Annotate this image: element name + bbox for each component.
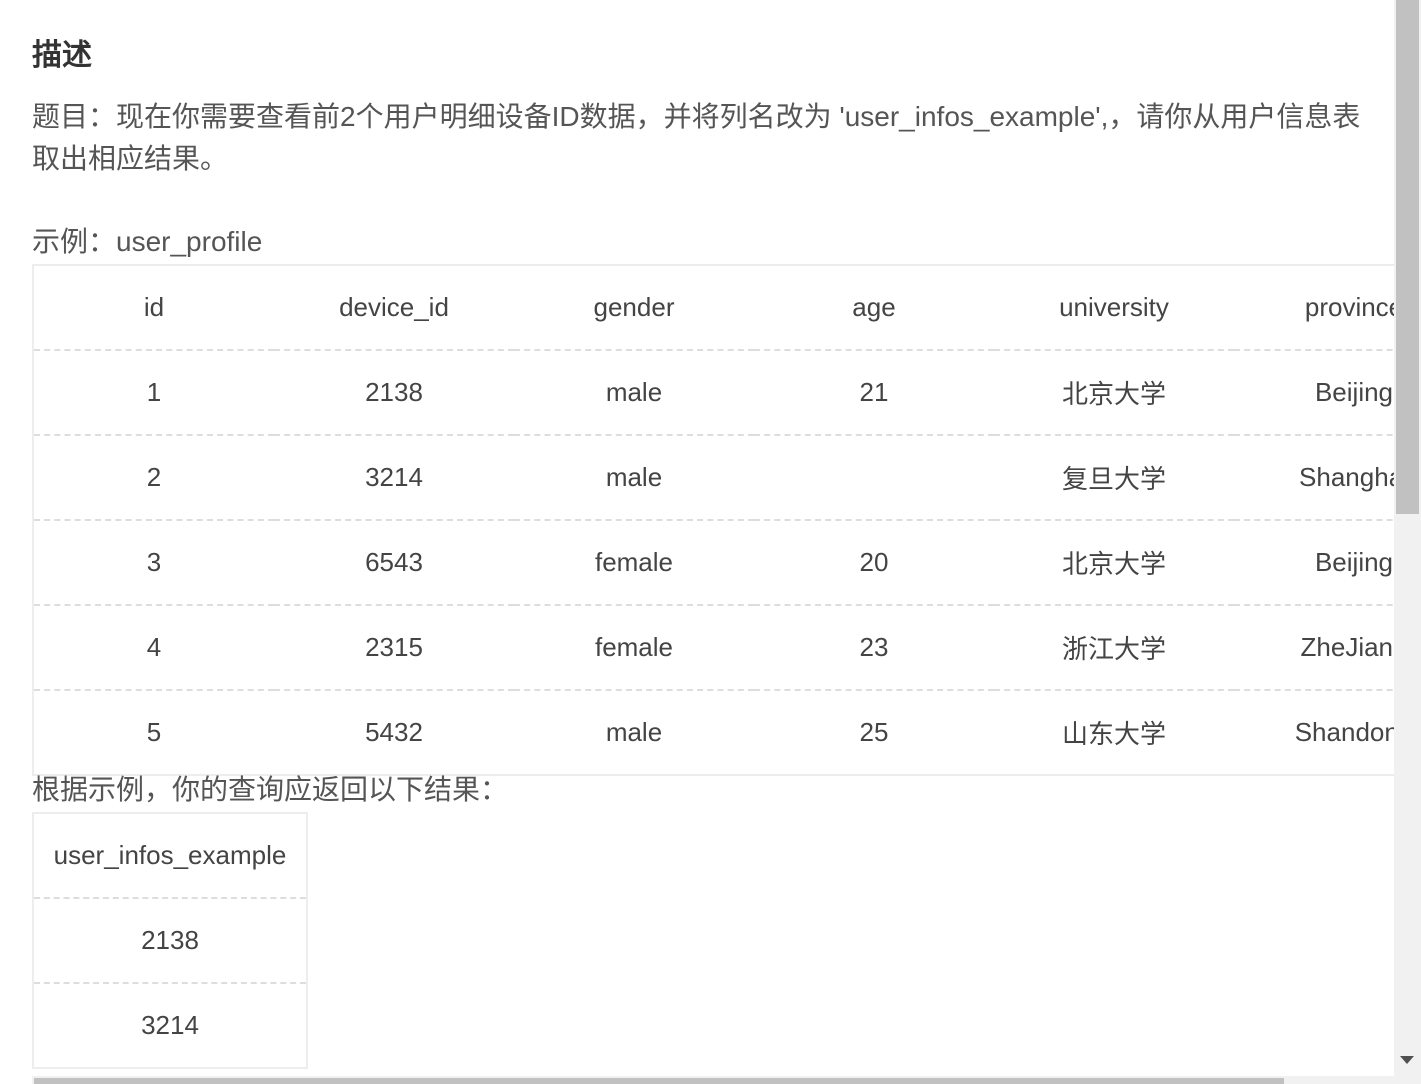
table-cell: 浙江大学 [994, 605, 1234, 691]
table-cell: 北京大学 [994, 520, 1234, 606]
section-heading: 描述 [32, 39, 92, 72]
table-cell: 北京大学 [994, 350, 1234, 436]
table-cell: 2315 [274, 605, 514, 691]
column-header-university: university [994, 265, 1234, 351]
table-cell: ZheJiang [1234, 605, 1394, 691]
table-cell: female [514, 605, 754, 691]
table-row: 2138 [33, 898, 307, 984]
table-row: 2 3214 male 复旦大学 Shanghai [33, 435, 1394, 521]
table-header-row: id device_id gender age university provi… [33, 265, 1394, 351]
table-cell [754, 435, 994, 521]
result-table-container: user_infos_example 2138 3214 [32, 812, 308, 1069]
problem-description-panel: 描述 题目：现在你需要查看前2个用户明细设备ID数据，并将列名改为 'user_… [0, 0, 1394, 1084]
expected-result-label: 根据示例，你的查询应返回以下结果： [32, 774, 509, 805]
result-table: user_infos_example 2138 3214 [32, 812, 308, 1069]
table-cell: 25 [859, 717, 889, 747]
table-row: 3 6543 female 20 北京大学 Beijing [33, 520, 1394, 606]
column-header-province: province [1234, 265, 1394, 351]
table-cell: Shandong [1294, 717, 1394, 747]
column-header-age: age [754, 265, 994, 351]
scroll-down-arrow-icon[interactable] [1400, 1056, 1414, 1064]
table-row: 4 2315 female 23 浙江大学 ZheJiang [33, 605, 1394, 691]
table-cell: 2138 [274, 350, 514, 436]
table-cell: 5 [146, 717, 162, 747]
table-cell: male [605, 717, 663, 747]
table-cell: 3214 [274, 435, 514, 521]
example-table: id device_id gender age university provi… [32, 264, 1394, 776]
table-cell: 6543 [274, 520, 514, 606]
vertical-scrollbar-thumb[interactable] [1396, 0, 1419, 514]
table-header-row: user_infos_example [33, 813, 307, 899]
example-table-label: 示例：user_profile [32, 226, 263, 257]
table-cell: 3 [33, 520, 274, 606]
table-cell: 2 [33, 435, 274, 521]
table-cell: Beijing [1234, 350, 1394, 436]
table-row: 3214 [33, 983, 307, 1068]
table-cell: Shanghai [1234, 435, 1394, 521]
table-cell: 20 [754, 520, 994, 606]
vertical-scrollbar[interactable] [1394, 0, 1421, 1084]
table-cell: 复旦大学 [994, 435, 1234, 521]
table-cell: 3214 [141, 1010, 199, 1040]
table-cell: 1 [33, 350, 274, 436]
table-cell: male [514, 350, 754, 436]
table-cell: 5432 [365, 717, 423, 747]
table-row: 5 5432 male 25 山东大学 Shandong [33, 690, 1394, 775]
example-table-container[interactable]: id device_id gender age university provi… [32, 264, 1394, 776]
table-cell: 21 [754, 350, 994, 436]
horizontal-scrollbar[interactable] [32, 1076, 1394, 1084]
table-cell: 山东大学 [1061, 719, 1166, 749]
table-cell: female [514, 520, 754, 606]
column-header-device-id: device_id [274, 265, 514, 351]
table-cell: male [514, 435, 754, 521]
problem-statement: 题目：现在你需要查看前2个用户明细设备ID数据，并将列名改为 'user_inf… [32, 101, 1361, 174]
table-cell: 23 [754, 605, 994, 691]
table-cell: Beijing [1234, 520, 1394, 606]
column-header-user-infos-example: user_infos_example [33, 813, 307, 899]
column-header-id: id [33, 265, 274, 351]
table-cell: 2138 [33, 898, 307, 984]
table-cell: 4 [33, 605, 274, 691]
table-row: 1 2138 male 21 北京大学 Beijing [33, 350, 1394, 436]
column-header-gender: gender [514, 265, 754, 351]
horizontal-scrollbar-thumb[interactable] [34, 1078, 1284, 1084]
